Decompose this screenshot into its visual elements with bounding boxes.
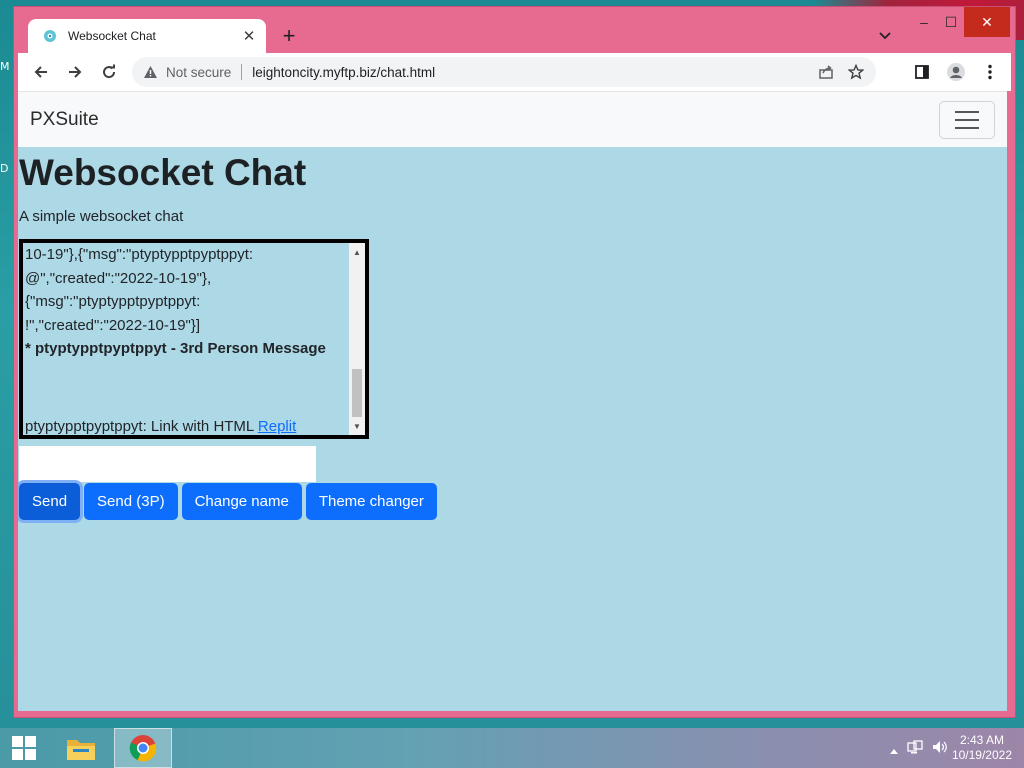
taskbar-clock[interactable]: 2:43 AM 10/19/2022	[952, 733, 1012, 763]
new-tab-button[interactable]: +	[276, 23, 302, 49]
security-status[interactable]: Not secure	[166, 65, 231, 80]
message-input[interactable]	[19, 446, 316, 482]
network-icon[interactable]	[907, 740, 923, 759]
close-window-button[interactable]: ✕	[964, 7, 1010, 37]
scroll-up-arrow-icon[interactable]: ▲	[349, 245, 365, 259]
tab-close-icon[interactable]: ✕	[236, 23, 262, 49]
chat-line: @","created":"2022-10-19"},	[25, 269, 212, 287]
button-row: Send Send (3P) Change name Theme changer	[19, 483, 437, 520]
tab-websocket-chat[interactable]: Websocket Chat ✕	[28, 19, 266, 53]
send-button[interactable]: Send	[19, 483, 81, 520]
page-subtitle: A simple websocket chat	[19, 208, 184, 225]
reload-icon[interactable]	[94, 57, 124, 87]
globe-icon	[42, 28, 58, 44]
back-arrow-icon[interactable]	[26, 57, 56, 87]
share-icon[interactable]	[814, 60, 838, 84]
side-panel-icon[interactable]	[907, 57, 937, 87]
chat-log[interactable]: 10-19"},{"msg":"ptyptypptpyptppyt: @","c…	[19, 239, 369, 439]
browser-toolbar: Not secure leightoncity.myftp.biz/chat.h…	[18, 53, 1011, 91]
volume-icon[interactable]	[932, 740, 948, 759]
desktop-icon-label-m[interactable]: M	[0, 60, 14, 73]
windows-logo-icon	[12, 736, 36, 760]
desktop-icon-label-d[interactable]: D	[0, 162, 14, 175]
address-bar[interactable]: Not secure leightoncity.myftp.biz/chat.h…	[132, 57, 876, 87]
warning-icon[interactable]	[142, 64, 158, 80]
bookmark-star-icon[interactable]	[844, 60, 868, 84]
system-tray	[890, 740, 948, 759]
browser-titlebar: Websocket Chat ✕ + – ☐ ✕	[14, 7, 1015, 53]
hamburger-icon	[955, 111, 979, 129]
scroll-down-arrow-icon[interactable]: ▼	[349, 419, 365, 433]
menu-kebab-icon[interactable]	[975, 57, 1005, 87]
chrome-taskbar-button[interactable]	[114, 728, 172, 768]
folder-icon	[67, 740, 95, 760]
page-title: Websocket Chat	[19, 152, 307, 193]
chat-link-message: ptyptypptpyptppyt: Link with HTML Replit	[25, 415, 349, 436]
chat-link-prefix: ptyptypptpyptppyt: Link with HTML	[25, 417, 254, 435]
taskbar: 2:43 AM 10/19/2022	[0, 728, 1024, 768]
minimize-button[interactable]: –	[909, 7, 939, 37]
chat-spacer	[25, 361, 349, 415]
clock-time: 2:43 AM	[959, 733, 1004, 747]
chat-third-person-message: * ptyptypptpyptppyt - 3rd Person Message	[25, 340, 326, 357]
navbar: PXSuite	[18, 91, 1007, 147]
url-text[interactable]: leightoncity.myftp.biz/chat.html	[252, 65, 435, 80]
address-separator	[241, 64, 243, 80]
file-explorer-taskbar-button[interactable]	[58, 728, 104, 768]
tab-title: Websocket Chat	[68, 29, 156, 43]
chat-line: !","created":"2022-10-19"}]	[25, 316, 201, 334]
chat-scrollbar[interactable]: ▲ ▼	[349, 243, 365, 435]
browser-window: Websocket Chat ✕ + – ☐ ✕ Not secure leig…	[13, 6, 1016, 718]
theme-changer-button[interactable]: Theme changer	[305, 483, 437, 520]
show-hidden-icons-chevron-icon[interactable]	[890, 741, 898, 759]
forward-arrow-icon[interactable]	[60, 57, 90, 87]
send-3p-button[interactable]: Send (3P)	[84, 483, 178, 520]
scroll-thumb[interactable]	[352, 369, 362, 417]
page-viewport: PXSuite Websocket Chat A simple websocke…	[18, 91, 1007, 711]
chat-messages: 10-19"},{"msg":"ptyptypptpyptppyt: @","c…	[25, 243, 349, 436]
maximize-button[interactable]: ☐	[936, 7, 966, 37]
clock-date: 10/19/2022	[951, 748, 1012, 762]
profile-avatar-icon[interactable]	[941, 57, 971, 87]
chat-line: {"msg":"ptyptypptpyptppyt:	[25, 293, 201, 310]
navbar-toggler-button[interactable]	[939, 101, 995, 139]
change-name-button[interactable]: Change name	[181, 483, 302, 520]
navbar-brand[interactable]: PXSuite	[30, 109, 99, 131]
chat-line: 10-19"},{"msg":"ptyptypptpyptppyt:	[25, 246, 254, 263]
tab-search-chevron-icon[interactable]	[872, 25, 898, 47]
start-button[interactable]	[0, 728, 48, 768]
chrome-icon	[129, 735, 157, 762]
replit-link[interactable]: Replit	[258, 418, 296, 435]
